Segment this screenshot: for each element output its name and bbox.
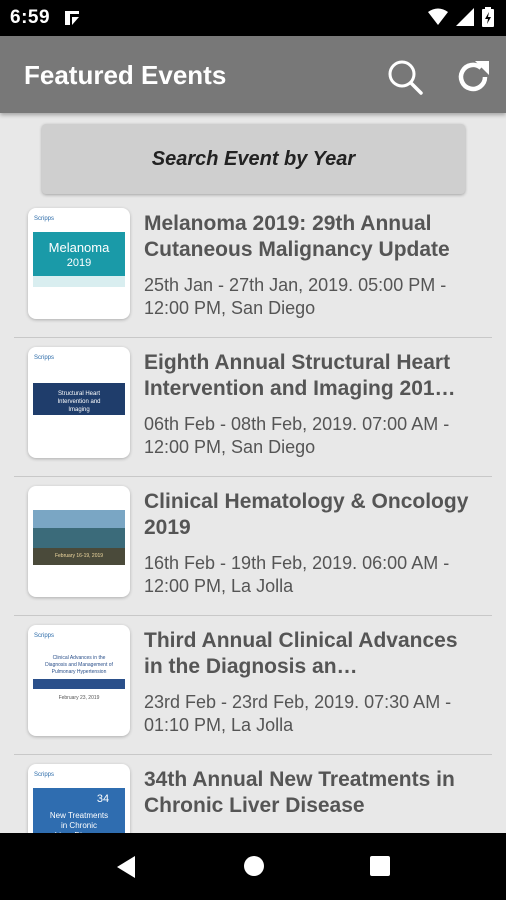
thumb-logo: Scripps <box>34 355 55 361</box>
event-thumbnail: Scripps Melanoma 2019 <box>28 208 130 319</box>
svg-text:Imaging: Imaging <box>68 407 89 413</box>
svg-text:Melanoma: Melanoma <box>49 240 110 255</box>
event-date: 16th Feb - 19th Feb, 2019. 06:00 AM - 12… <box>144 553 450 596</box>
status-time: 6:59 <box>10 7 51 28</box>
event-date: 23rd Feb - 23rd Feb, 2019. 07:30 AM - 01… <box>144 692 452 735</box>
refresh-icon[interactable] <box>453 57 493 97</box>
svg-text:Diagnosis and Management of: Diagnosis and Management of <box>45 662 113 668</box>
event-thumbnail: February 16-19, 2019 <box>28 486 130 597</box>
svg-text:February 23, 2019: February 23, 2019 <box>59 695 100 701</box>
event-list-item[interactable]: Scripps Melanoma 2019 Melanoma 2019: 29t… <box>14 199 492 338</box>
event-title: Clinical Hematology & Oncology 2019 <box>144 490 469 539</box>
event-date: 06th Feb - 08th Feb, 2019. 07:00 AM - 12… <box>144 414 450 457</box>
home-icon[interactable] <box>243 855 265 882</box>
back-icon[interactable] <box>115 855 137 884</box>
event-title: 34th Annual New Treatments in Chronic Li… <box>144 768 455 817</box>
search-by-year-button[interactable]: Search Event by Year <box>42 124 465 194</box>
event-title: Eighth Annual Structural Heart Intervent… <box>144 351 456 400</box>
event-title: Melanoma 2019: 29th Annual Cutaneous Mal… <box>144 212 450 261</box>
svg-text:Structural Heart: Structural Heart <box>58 391 100 397</box>
status-bar: 6:59 <box>0 0 506 36</box>
content-area[interactable]: Search Event by Year Scripps Melanoma 20… <box>0 113 506 833</box>
search-by-year-label: Search Event by Year <box>151 147 356 170</box>
thumb-logo: Scripps <box>34 216 55 222</box>
event-list[interactable]: Scripps Melanoma 2019 Melanoma 2019: 29t… <box>0 199 506 833</box>
svg-text:2019: 2019 <box>67 257 91 269</box>
svg-text:February 16-19, 2019: February 16-19, 2019 <box>55 553 103 559</box>
event-list-item[interactable]: February 16-19, 2019 Clinical Hematology… <box>14 477 492 616</box>
svg-text:34: 34 <box>97 793 109 805</box>
app-bar: Featured Events <box>0 36 506 113</box>
event-title: Third Annual Clinical Advances in the Di… <box>144 629 458 678</box>
page-title: Featured Events <box>24 60 227 90</box>
search-icon[interactable] <box>385 57 425 97</box>
svg-text:Pulmonary Hypertension: Pulmonary Hypertension <box>52 669 107 675</box>
event-list-item[interactable]: Scripps Clinical Advances in the Diagnos… <box>14 616 492 755</box>
wifi-icon <box>428 8 448 31</box>
svg-text:in Chronic: in Chronic <box>61 821 97 830</box>
event-list-item[interactable]: Scripps 34 New Treatments in Chronic Liv… <box>14 755 492 833</box>
svg-text:Clinical Advances in the: Clinical Advances in the <box>53 655 106 661</box>
thumb-logo: Scripps <box>34 772 55 778</box>
notification-icon <box>62 8 82 33</box>
event-list-item[interactable]: Scripps Structural Heart Intervention an… <box>14 338 492 477</box>
event-thumbnail: Scripps Clinical Advances in the Diagnos… <box>28 625 130 736</box>
battery-icon <box>482 7 494 32</box>
recent-apps-icon[interactable] <box>370 856 390 881</box>
signal-icon <box>456 8 474 31</box>
event-thumbnail: Scripps Structural Heart Intervention an… <box>28 347 130 458</box>
event-thumbnail: Scripps 34 New Treatments in Chronic Liv… <box>28 764 130 833</box>
thumb-logo: Scripps <box>34 633 55 639</box>
event-date: 25th Jan - 27th Jan, 2019. 05:00 PM - 12… <box>144 275 447 318</box>
navigation-bar <box>0 833 506 900</box>
svg-text:Intervention and: Intervention and <box>57 399 100 405</box>
svg-text:New Treatments: New Treatments <box>50 811 108 820</box>
